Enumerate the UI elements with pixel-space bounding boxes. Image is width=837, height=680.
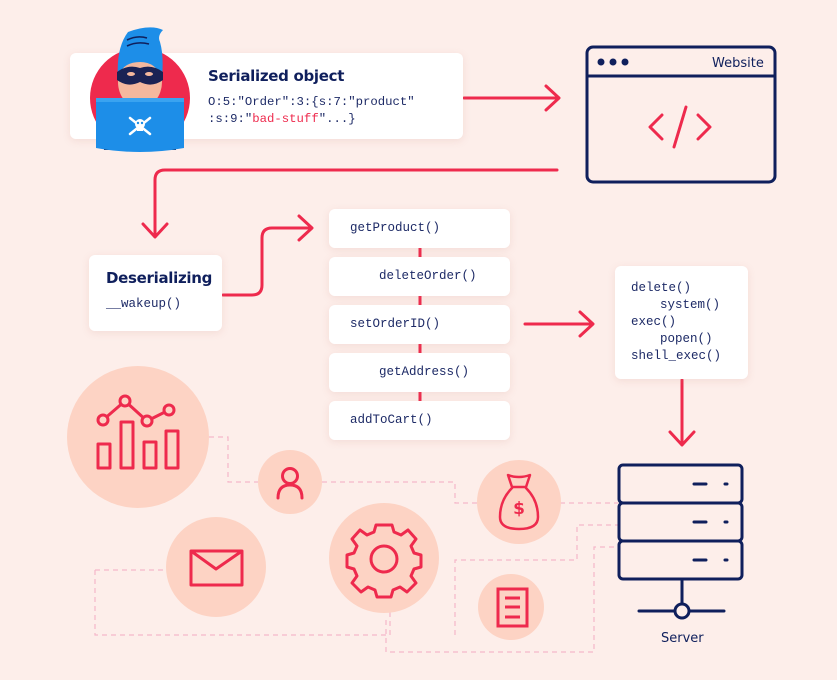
function-item: popen(): [660, 332, 713, 346]
serialized-object-title: Serialized object: [208, 67, 345, 85]
method-label: getAddress(): [379, 365, 470, 379]
method-label: setOrderID(): [350, 317, 441, 331]
dashed-line-chart-to-user: [209, 436, 258, 483]
function-item: exec(): [631, 315, 677, 329]
code-line-2-suffix: "...}: [318, 112, 356, 126]
dangerous-functions-card: delete() system() exec() popen() shell_e…: [615, 266, 748, 379]
user-icon: [258, 450, 322, 514]
method-label: addToCart(): [350, 413, 433, 427]
serialized-object-code: O:5:"Order":3:{s:7:"product" :s:9:"bad-s…: [208, 94, 415, 128]
code-line-2-prefix: :s:9:": [208, 112, 253, 126]
wakeup-method: __wakeup(): [106, 297, 182, 311]
method-card: deleteOrder(): [329, 257, 510, 296]
method-label: deleteOrder(): [379, 269, 477, 283]
malicious-payload: bad-stuff: [252, 112, 319, 126]
mail-icon: [166, 517, 266, 617]
method-card: getAddress(): [329, 353, 510, 392]
method-label: getProduct(): [350, 221, 441, 235]
server-label: Server: [661, 631, 704, 646]
function-item: shell_exec(): [631, 349, 722, 363]
deserializing-title: Deserializing: [106, 269, 213, 287]
svg-text:$: $: [513, 499, 525, 519]
website-label: Website: [712, 56, 764, 71]
document-icon: [478, 574, 544, 640]
deserializing-card: Deserializing __wakeup(): [89, 255, 222, 331]
gear-icon: [329, 503, 439, 613]
function-item: delete(): [631, 281, 692, 295]
arrow-deserializing-to-methods: [221, 226, 313, 297]
code-brackets-icon: [648, 105, 712, 149]
server-rack-icon: [617, 463, 744, 620]
dangerous-functions-list: delete() system() exec() popen() shell_e…: [631, 280, 721, 365]
code-line-1: O:5:"Order":3:{s:7:"product": [208, 95, 415, 109]
method-card: getProduct(): [329, 209, 510, 248]
dashed-line-user-to-money: [322, 481, 478, 504]
method-card: setOrderID(): [329, 305, 510, 344]
money-bag-icon: $: [477, 460, 561, 544]
function-item: system(): [660, 298, 721, 312]
serialized-object-card: Serialized object O:5:"Order":3:{s:7:"pr…: [70, 53, 463, 139]
analytics-chart-icon: [67, 366, 209, 508]
method-card: addToCart(): [329, 401, 510, 440]
